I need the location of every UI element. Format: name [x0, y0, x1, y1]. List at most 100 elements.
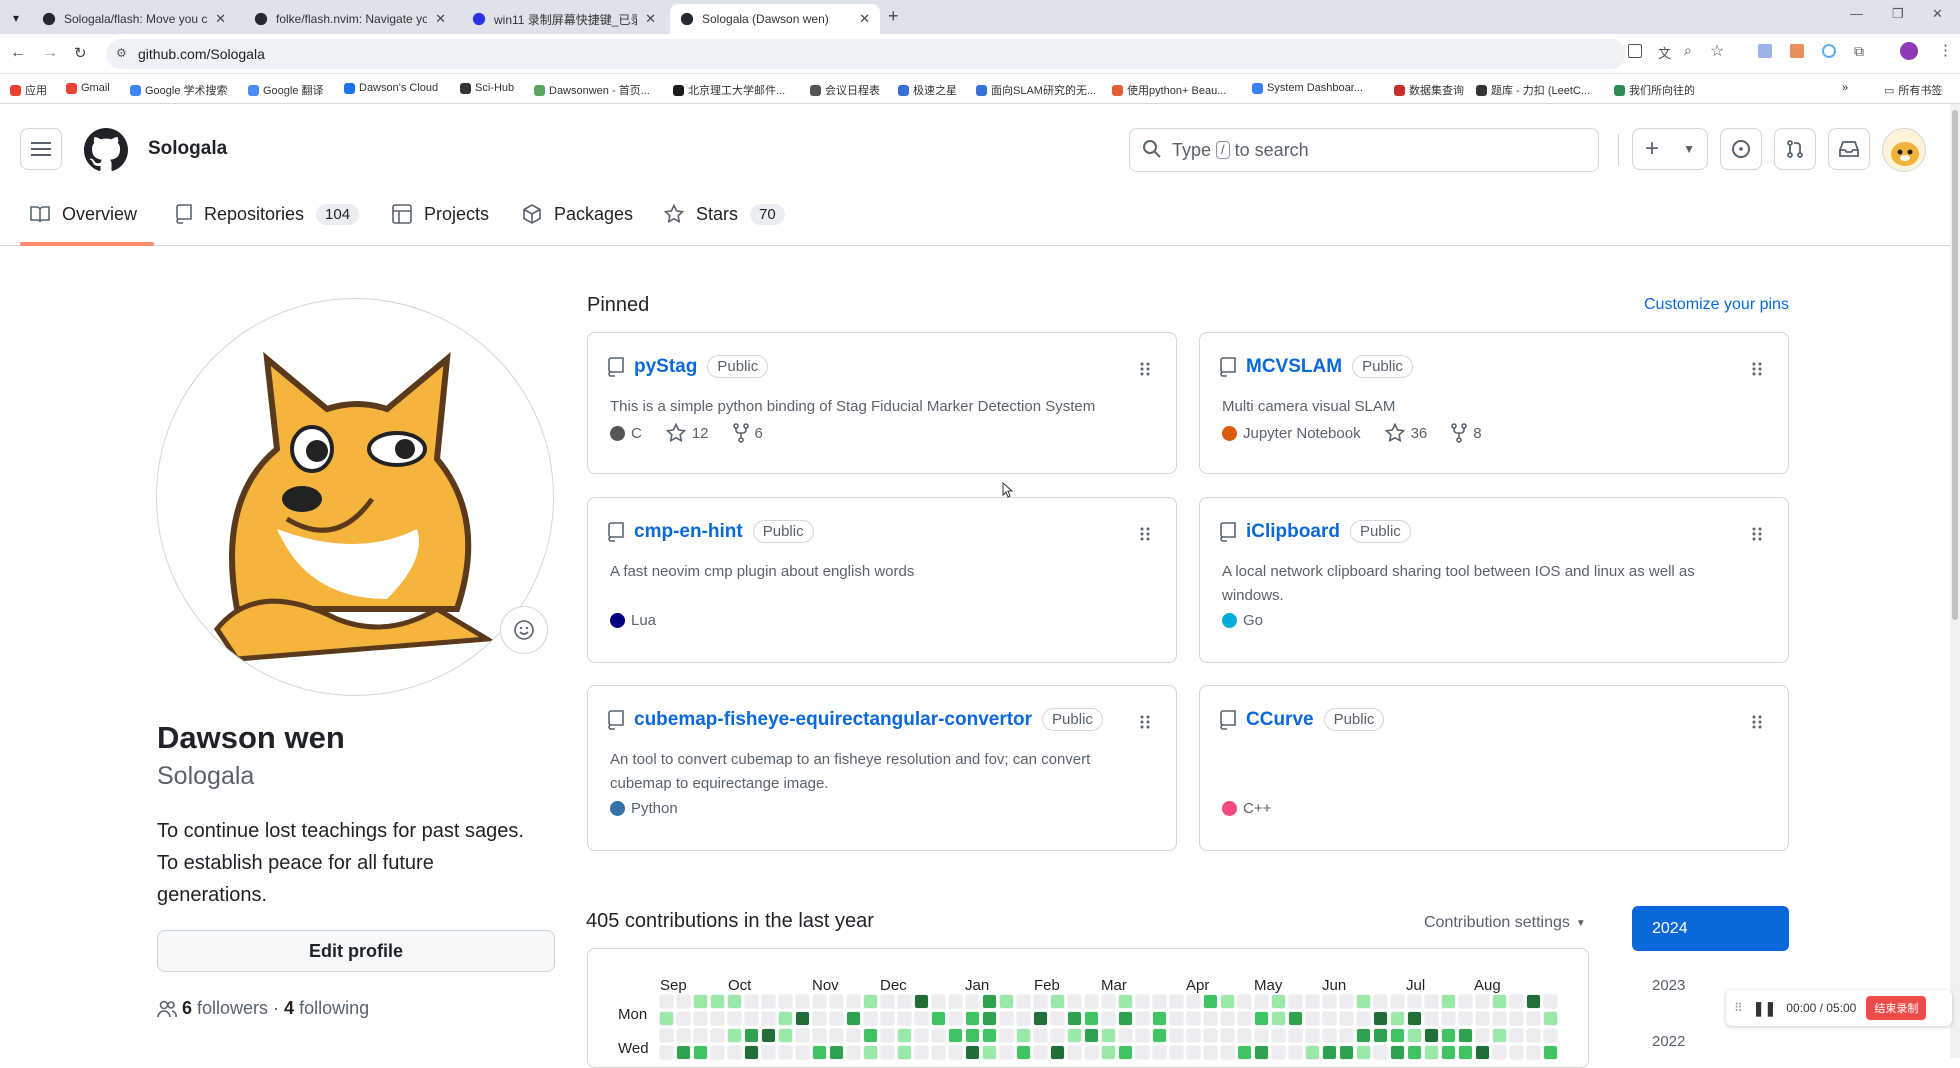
contribution-day-cell[interactable]	[1152, 1028, 1167, 1043]
contribution-day-cell[interactable]	[727, 1011, 742, 1026]
set-status-button[interactable]	[500, 606, 548, 654]
contribution-day-cell[interactable]	[1118, 1028, 1133, 1043]
contribution-day-cell[interactable]	[1492, 1028, 1507, 1043]
bookmark-item[interactable]: 北京理工大学邮件...	[673, 82, 785, 98]
contribution-day-cell[interactable]	[1509, 994, 1524, 1009]
contribution-day-cell[interactable]	[1050, 1045, 1065, 1060]
contribution-day-cell[interactable]	[1203, 1028, 1218, 1043]
drag-handle-icon[interactable]: ⠿	[1734, 1001, 1743, 1015]
contribution-day-cell[interactable]	[1169, 1011, 1184, 1026]
contribution-day-cell[interactable]	[1067, 994, 1082, 1009]
contribution-day-cell[interactable]	[1050, 994, 1065, 1009]
inbox-button[interactable]	[1828, 128, 1870, 170]
github-logo-icon[interactable]	[84, 128, 128, 172]
contribution-day-cell[interactable]	[1084, 1045, 1099, 1060]
contribution-day-cell[interactable]	[1101, 1011, 1116, 1026]
contribution-day-cell[interactable]	[948, 1045, 963, 1060]
url-input[interactable]: ⚙ github.com/Sologala	[106, 39, 1626, 69]
contribution-day-cell[interactable]	[846, 1045, 861, 1060]
contribution-day-cell[interactable]	[897, 1011, 912, 1026]
contribution-day-cell[interactable]	[1050, 1028, 1065, 1043]
contribution-day-cell[interactable]	[914, 1045, 929, 1060]
contribution-day-cell[interactable]	[897, 1045, 912, 1060]
contribution-day-cell[interactable]	[761, 1028, 776, 1043]
profile-avatar-icon[interactable]	[1900, 42, 1918, 60]
following-count[interactable]: 4	[284, 998, 294, 1019]
bookmark-item[interactable]: 数据集查询	[1394, 82, 1464, 98]
tab-repositories[interactable]: Repositories 104	[176, 182, 360, 246]
menu-kebab-icon[interactable]: ⋮	[1938, 41, 1953, 59]
contribution-day-cell[interactable]	[863, 994, 878, 1009]
contribution-day-cell[interactable]	[999, 1011, 1014, 1026]
contribution-day-cell[interactable]	[1033, 1011, 1048, 1026]
bookmark-item[interactable]: Sci-Hub	[460, 82, 514, 94]
contribution-day-cell[interactable]	[1509, 1011, 1524, 1026]
year-2023-link[interactable]: 2023	[1652, 977, 1685, 994]
browser-tab[interactable]: Sologala/flash: Move you cu ✕	[32, 4, 236, 34]
contribution-day-cell[interactable]	[1424, 1045, 1439, 1060]
contribution-day-cell[interactable]	[1271, 1011, 1286, 1026]
contribution-day-cell[interactable]	[761, 1011, 776, 1026]
close-icon[interactable]: ✕	[859, 11, 870, 27]
contribution-day-cell[interactable]	[812, 1028, 827, 1043]
minimize-icon[interactable]: —	[1850, 6, 1863, 21]
contribution-day-cell[interactable]	[1373, 1028, 1388, 1043]
stop-recording-button[interactable]: 结束录制	[1866, 996, 1927, 1020]
contribution-day-cell[interactable]	[1526, 1028, 1541, 1043]
contribution-day-cell[interactable]	[1424, 1011, 1439, 1026]
contribution-day-cell[interactable]	[1390, 994, 1405, 1009]
repo-name-link[interactable]: CCurve	[1246, 709, 1314, 731]
contribution-day-cell[interactable]	[1050, 1011, 1065, 1026]
contribution-day-cell[interactable]	[676, 1028, 691, 1043]
contribution-day-cell[interactable]	[846, 1028, 861, 1043]
contribution-day-cell[interactable]	[1152, 994, 1167, 1009]
contribution-day-cell[interactable]	[1441, 1011, 1456, 1026]
pull-requests-button[interactable]	[1774, 128, 1816, 170]
repo-name-link[interactable]: cubemap-fisheye-equirectangular-converto…	[634, 709, 1032, 731]
contribution-day-cell[interactable]	[880, 1011, 895, 1026]
contribution-day-cell[interactable]	[1305, 1028, 1320, 1043]
site-info-icon[interactable]: ⚙	[116, 46, 127, 60]
contribution-day-cell[interactable]	[1373, 1045, 1388, 1060]
contribution-day-cell[interactable]	[880, 1028, 895, 1043]
following-link[interactable]: following	[299, 998, 369, 1019]
scrollbar-thumb[interactable]	[1952, 110, 1958, 620]
tab-projects[interactable]: Projects	[392, 182, 489, 246]
contribution-day-cell[interactable]	[1186, 1028, 1201, 1043]
repo-name-link[interactable]: MCVSLAM	[1246, 356, 1342, 378]
contribution-day-cell[interactable]	[727, 1028, 742, 1043]
contribution-day-cell[interactable]	[1458, 1011, 1473, 1026]
contribution-day-cell[interactable]	[914, 1011, 929, 1026]
contribution-day-cell[interactable]	[931, 994, 946, 1009]
contribution-day-cell[interactable]	[761, 994, 776, 1009]
contribution-day-cell[interactable]	[1526, 1011, 1541, 1026]
contribution-day-cell[interactable]	[727, 994, 742, 1009]
page-title[interactable]: Sologala	[148, 138, 227, 160]
contribution-settings-dropdown[interactable]: Contribution settings ▼	[1424, 914, 1586, 932]
contribution-day-cell[interactable]	[1135, 1011, 1150, 1026]
contribution-day-cell[interactable]	[829, 1045, 844, 1060]
bookmark-item[interactable]: 使用python+ Beau...	[1112, 82, 1226, 98]
contribution-day-cell[interactable]	[1016, 1045, 1031, 1060]
contribution-day-cell[interactable]	[1322, 1045, 1337, 1060]
contribution-day-cell[interactable]	[948, 994, 963, 1009]
contribution-day-cell[interactable]	[1271, 1028, 1286, 1043]
close-icon[interactable]: ✕	[435, 11, 446, 27]
contribution-day-cell[interactable]	[880, 1045, 895, 1060]
contribution-day-cell[interactable]	[965, 1028, 980, 1043]
contribution-day-cell[interactable]	[1543, 994, 1558, 1009]
bookmark-item[interactable]: Google 学术搜索	[130, 82, 228, 98]
contribution-day-cell[interactable]	[1441, 994, 1456, 1009]
contribution-day-cell[interactable]	[1543, 1011, 1558, 1026]
contribution-day-cell[interactable]	[1271, 994, 1286, 1009]
contribution-day-cell[interactable]	[1288, 1045, 1303, 1060]
translate-icon[interactable]: 文	[1658, 43, 1671, 62]
contribution-day-cell[interactable]	[1033, 1045, 1048, 1060]
bookmark-item[interactable]: Gmail	[66, 82, 110, 94]
window-close-icon[interactable]: ✕	[1932, 6, 1943, 22]
contribution-day-cell[interactable]	[1169, 1028, 1184, 1043]
contribution-day-cell[interactable]	[1339, 1045, 1354, 1060]
contribution-day-cell[interactable]	[778, 1028, 793, 1043]
pause-icon[interactable]: ❚❚	[1753, 1000, 1776, 1017]
browser-tab[interactable]: folke/flash.nvim: Navigate yo ✕	[244, 4, 456, 34]
